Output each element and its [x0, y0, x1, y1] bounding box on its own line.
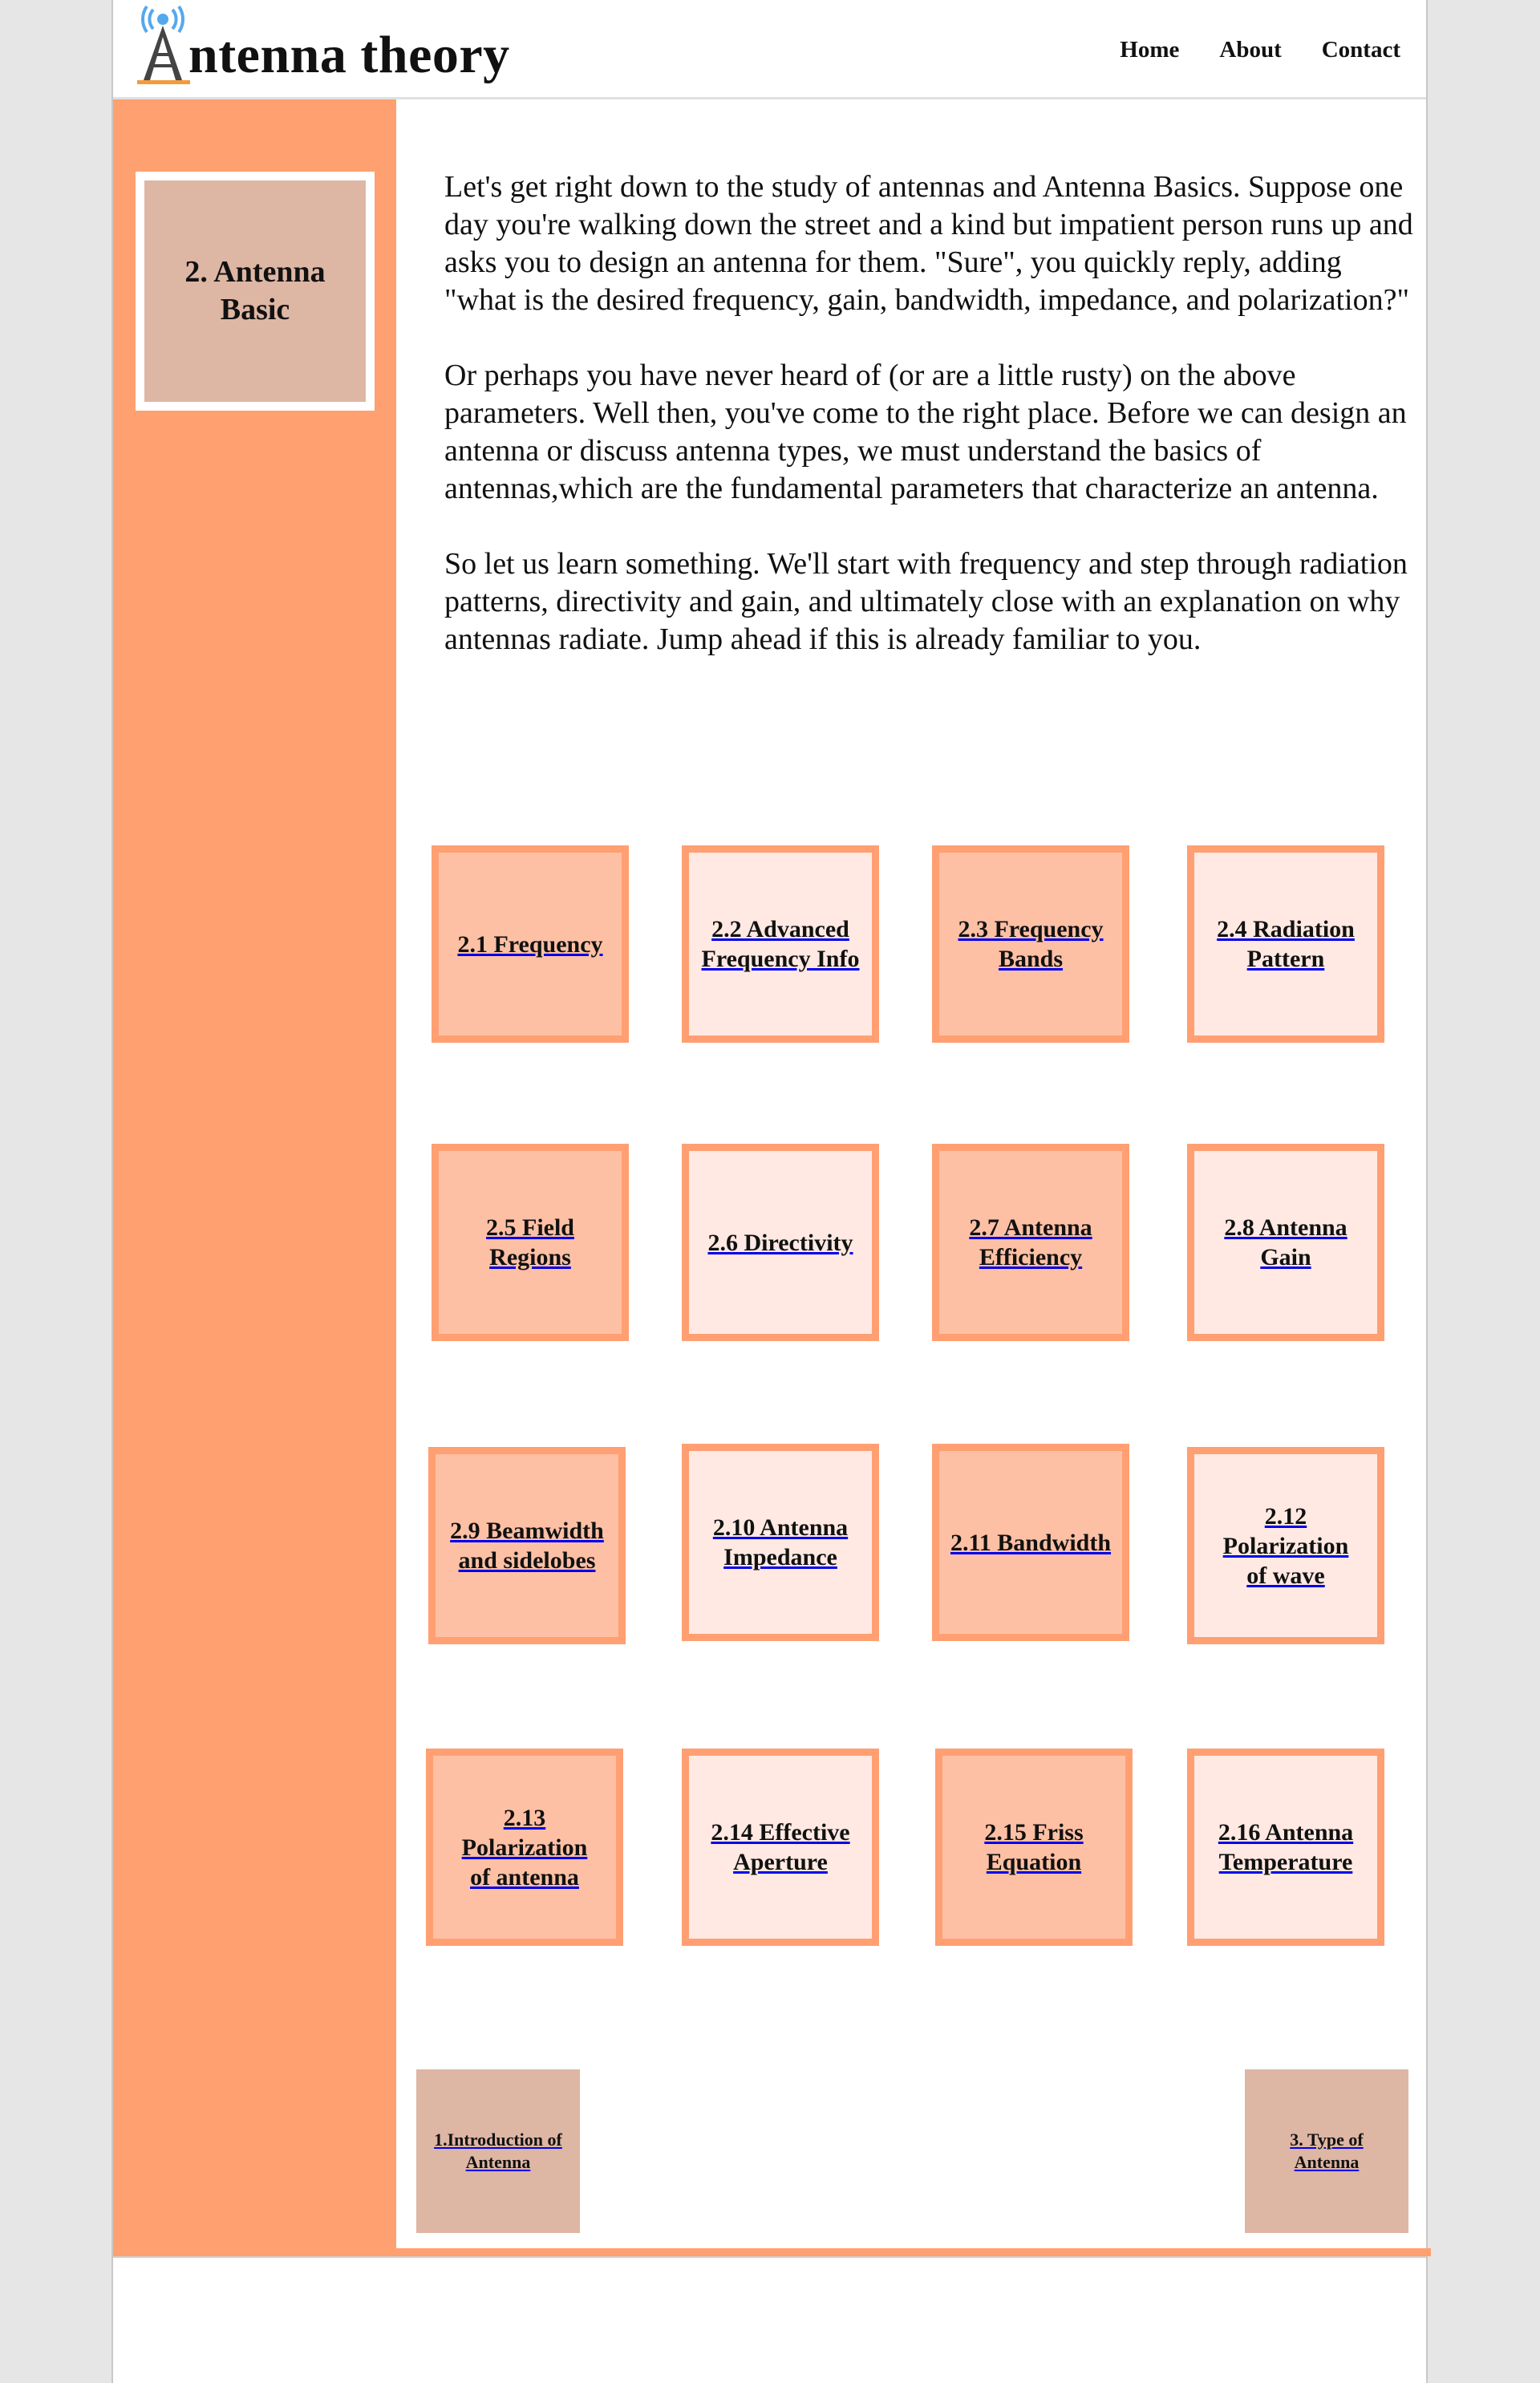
topic-tile-2-12[interactable]: 2.12 Polarization of wave [1187, 1447, 1384, 1644]
chapter-title-box: 2. Antenna Basic [136, 172, 375, 411]
nav-about-link[interactable]: About [1219, 37, 1281, 63]
intro-text: Let's get right down to the study of ant… [444, 168, 1415, 696]
topic-tile-2-14[interactable]: 2.14 Effective Aperture [682, 1749, 879, 1946]
topic-tile-2-9[interactable]: 2.9 Beamwidth and sidelobes [428, 1447, 626, 1644]
topic-tile-2-3[interactable]: 2.3 Frequency Bands [932, 845, 1129, 1043]
topic-tile-2-13[interactable]: 2.13 Polarization of antenna [426, 1749, 623, 1946]
topic-tile-2-7[interactable]: 2.7 Antenna Efficiency [932, 1144, 1129, 1341]
next-chapter-button[interactable]: 3. Type of Antenna [1245, 2069, 1408, 2233]
topic-tile-2-11[interactable]: 2.11 Bandwidth [932, 1444, 1129, 1641]
footer [113, 2256, 1426, 2383]
topic-tile-2-10[interactable]: 2.10 Antenna Impedance [682, 1444, 879, 1641]
content-bottom-divider [396, 2248, 1431, 2256]
topic-tile-2-1[interactable]: 2.1 Frequency [432, 845, 629, 1043]
intro-paragraph-1: Let's get right down to the study of ant… [444, 170, 1413, 317]
topic-tile-2-16[interactable]: 2.16 Antenna Temperature [1187, 1749, 1384, 1946]
topic-tile-2-6[interactable]: 2.6 Directivity [682, 1144, 879, 1341]
intro-paragraph-2: Or perhaps you have never heard of (or a… [444, 359, 1407, 505]
prev-chapter-button[interactable]: 1.Introduction of Antenna [416, 2069, 580, 2233]
topic-tile-2-8[interactable]: 2.8 Antenna Gain [1187, 1144, 1384, 1341]
nav-contact-link[interactable]: Contact [1322, 37, 1400, 63]
site-title[interactable]: ntenna theory [188, 29, 510, 82]
chapter-title: 2. Antenna Basic [184, 254, 326, 327]
intro-paragraph-3: So let us learn something. We'll start w… [444, 547, 1408, 656]
nav-home-link[interactable]: Home [1120, 37, 1179, 63]
topic-tile-2-15[interactable]: 2.15 Friss Equation [935, 1749, 1133, 1946]
header: ntenna theory Home About Contact [113, 0, 1426, 99]
page: ntenna theory Home About Contact 2. Ante… [111, 0, 1431, 2383]
topic-tile-2-2[interactable]: 2.2 Advanced Frequency Info [682, 845, 879, 1043]
topic-tile-2-5[interactable]: 2.5 Field Regions [432, 1144, 629, 1341]
main-nav: Home About Contact [1120, 37, 1400, 63]
antenna-tower-icon [137, 5, 190, 84]
topic-tile-2-4[interactable]: 2.4 Radiation Pattern [1187, 845, 1384, 1043]
sidebar: 2. Antenna Basic [113, 99, 396, 2256]
